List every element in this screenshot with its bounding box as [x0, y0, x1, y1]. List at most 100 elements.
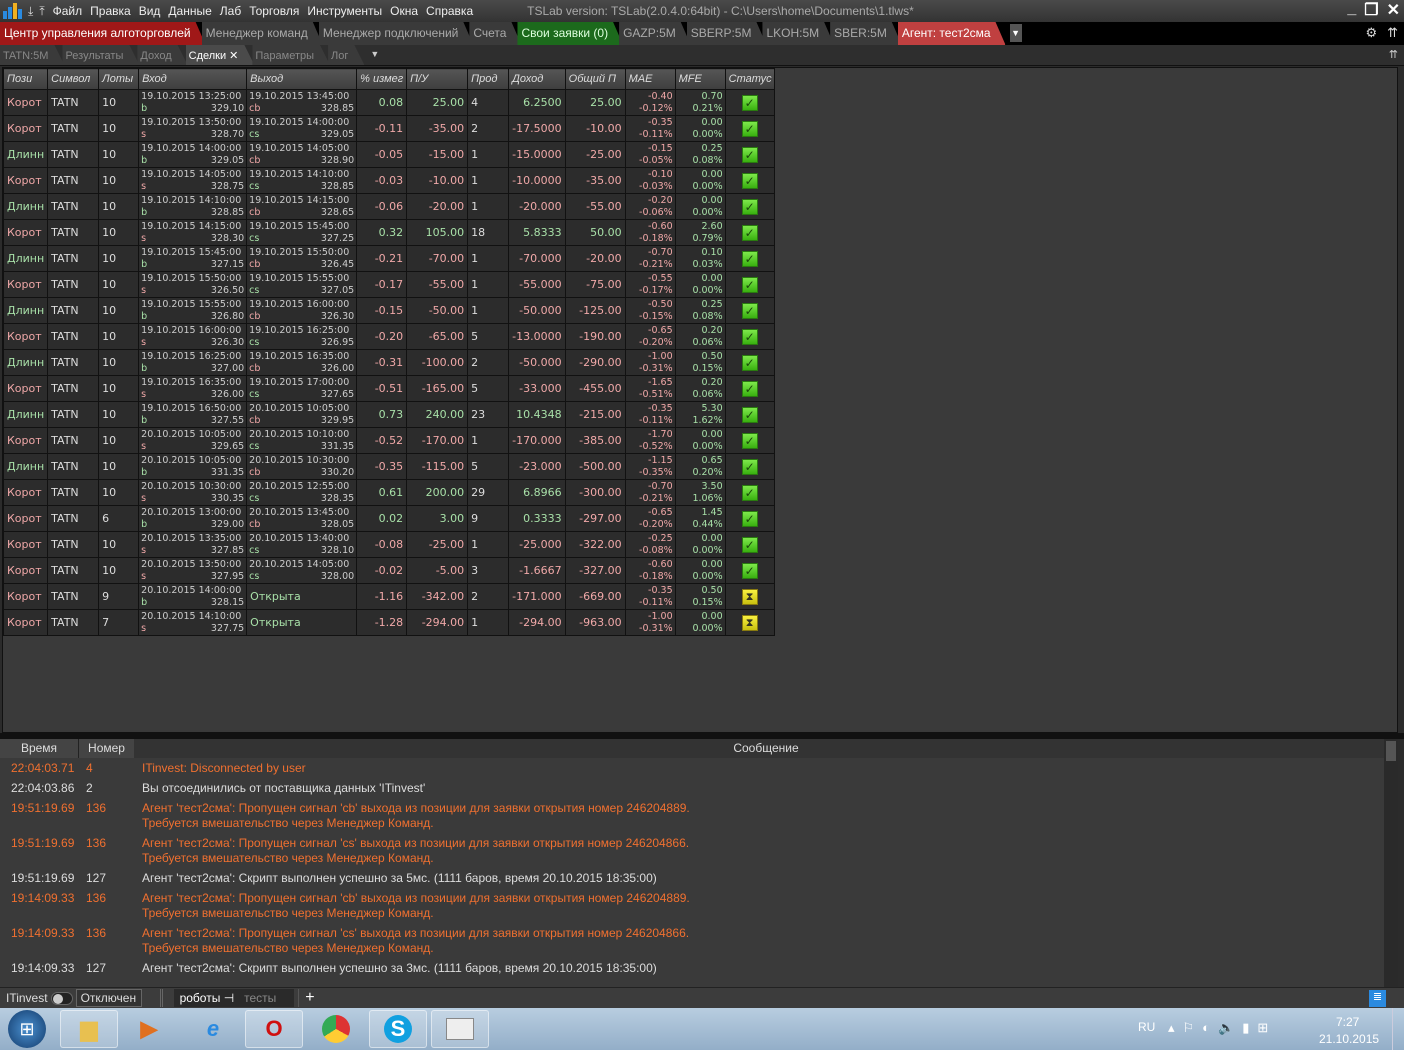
column-header[interactable]: Прод [467, 68, 510, 90]
upload-icon[interactable]: ⤒ [39, 4, 44, 19]
document-tab[interactable]: SBERP:5M [687, 22, 767, 45]
column-header[interactable]: Статус [724, 68, 775, 90]
gear-icon[interactable]: ⚙ [1365, 25, 1377, 41]
column-header[interactable]: Пози [2, 68, 49, 90]
log-row[interactable]: 19:14:09.33 127 Агент 'тест2сма': Скрипт в… [0, 958, 1398, 978]
subtabs-dropdown-icon[interactable]: ▼ [370, 49, 379, 65]
table-row[interactable]: Корот TATN 9 20.10.2015 14:00:00 b 328.15 Откр… [2, 583, 775, 610]
show-desktop-button[interactable] [1392, 1008, 1404, 1050]
sub-tab[interactable]: Лог [328, 45, 364, 65]
tab-robots[interactable]: роботы ⊣ [173, 989, 241, 1007]
log-header-time[interactable]: Время [0, 739, 78, 758]
table-row[interactable]: Корот TATN 10 19.10.2015 14:05:00 s 328.75 19.… [2, 167, 775, 194]
language-indicator[interactable]: RU [1138, 1020, 1155, 1034]
document-tab[interactable]: Центр управления алготорговлей [0, 22, 206, 45]
log-row[interactable]: 19:51:19.69 136 Агент 'тест2сма': Пропущен… [0, 833, 1398, 868]
menu-item[interactable]: Торговля [245, 4, 303, 18]
sub-tab[interactable]: Параметры [252, 45, 330, 65]
menu-item[interactable]: Данные [164, 4, 215, 18]
menu-item[interactable]: Окна [386, 4, 422, 18]
internet-explorer-taskbar-icon[interactable]: e [184, 1010, 242, 1048]
table-row[interactable]: Корот TATN 10 19.10.2015 15:50:00 s 326.50 19.… [2, 271, 775, 298]
chrome-taskbar-icon[interactable] [307, 1010, 365, 1048]
close-button[interactable]: ✕ [1387, 0, 1400, 20]
table-row[interactable]: Корот TATN 10 19.10.2015 13:50:00 s 328.70 19.… [2, 115, 775, 142]
log-row[interactable]: 19:51:19.69 127 Агент 'тест2сма': Скрипт в… [0, 868, 1398, 888]
column-header[interactable]: % измег [356, 68, 408, 90]
clock-date[interactable]: 21.10.2015 [1319, 1032, 1379, 1046]
table-row[interactable]: Длинн TATN 10 19.10.2015 16:25:00 b 327.00 19.… [2, 349, 775, 376]
clock-time[interactable]: 7:27 [1336, 1015, 1359, 1029]
sub-tab[interactable]: Доход [137, 45, 187, 65]
tab-tests[interactable]: тесты [240, 989, 295, 1007]
menu-item[interactable]: Лаб [216, 4, 245, 18]
table-row[interactable]: Длинн TATN 10 20.10.2015 10:05:00 b 331.35 20.… [2, 453, 775, 480]
menu-item[interactable]: Справка [422, 4, 477, 18]
log-header-number[interactable]: Номер [78, 739, 134, 758]
document-tab[interactable]: Агент: тест2сма [898, 22, 1006, 45]
table-row[interactable]: Корот TATN 10 19.10.2015 14:15:00 s 328.30 19.… [2, 219, 775, 246]
pin-icon[interactable]: ⇈ [1389, 48, 1398, 61]
column-header[interactable]: П/У [406, 68, 469, 90]
media-player-taskbar-icon[interactable]: ▶ [120, 1010, 178, 1048]
document-tab[interactable]: Счета [469, 22, 521, 45]
skype-taskbar-icon[interactable]: S [369, 1010, 427, 1048]
start-button[interactable]: ⊞ [8, 1010, 46, 1048]
table-row[interactable]: Длинн TATN 10 19.10.2015 16:50:00 b 327.55 20.… [2, 401, 775, 428]
table-row[interactable]: Корот TATN 10 20.10.2015 13:50:00 s 327.95 20.… [2, 557, 775, 584]
table-row[interactable]: Длинн TATN 10 19.10.2015 14:10:00 b 328.85 19.… [2, 193, 775, 220]
column-header[interactable]: Вход [138, 68, 248, 90]
table-row[interactable]: Длинн TATN 10 19.10.2015 15:55:00 b 326.80 19.… [2, 297, 775, 324]
pin-icon[interactable]: ⇈ [1387, 25, 1398, 41]
sub-tab[interactable]: Результаты [62, 45, 139, 65]
menu-item[interactable]: Инструменты [303, 4, 386, 18]
column-header[interactable]: MFE [674, 68, 726, 90]
log-scrollbar[interactable] [1384, 739, 1398, 987]
column-header[interactable]: MAE [624, 68, 676, 90]
log-row[interactable]: 22:04:03.71 4 ITinvest: Disconnected by us… [0, 758, 1398, 778]
column-header[interactable]: Доход [508, 68, 566, 90]
document-tab[interactable]: Свои заявки (0) [517, 22, 623, 45]
table-row[interactable]: Корот TATN 10 20.10.2015 10:30:00 s 330.35 20.… [2, 479, 775, 506]
connection-toggle[interactable] [50, 991, 73, 1005]
log-row[interactable]: 19:14:09.33 136 Агент 'тест2сма': Пропущен… [0, 923, 1398, 958]
table-row[interactable]: Корот TATN 10 19.10.2015 16:00:00 s 326.30 19.… [2, 323, 775, 350]
minimize-button[interactable]: _ [1347, 0, 1356, 20]
table-row[interactable]: Корот TATN 10 20.10.2015 10:05:00 s 329.65 20.… [2, 427, 775, 454]
maximize-button[interactable]: ❐ [1364, 0, 1378, 20]
sub-tab[interactable]: TATN:5M [0, 45, 64, 65]
document-tab[interactable]: LKOH:5M [762, 22, 834, 45]
add-tab-button[interactable]: + [298, 989, 320, 1007]
tslab-taskbar-icon[interactable] [431, 1010, 489, 1048]
document-tab[interactable]: SBER:5M [830, 22, 902, 45]
table-row[interactable]: Корот TATN 10 20.10.2015 13:35:00 s 327.85 20.… [2, 531, 775, 558]
table-row[interactable]: Корот TATN 6 20.10.2015 13:00:00 b 329.00 20.1… [2, 505, 775, 532]
table-row[interactable]: Корот TATN 10 19.10.2015 13:25:00 b 329.10 19.… [2, 89, 775, 116]
notes-icon[interactable]: ≣ [1369, 990, 1386, 1007]
tray-icons[interactable]: ▴⚐◐🔈▮⊞ [1168, 1020, 1276, 1036]
column-header[interactable]: Символ [47, 68, 100, 90]
menu-item[interactable]: Файл [49, 4, 87, 18]
document-tab[interactable]: GAZP:5M [619, 22, 691, 45]
table-row[interactable]: Длинн TATN 10 19.10.2015 14:00:00 b 329.05 19.… [2, 141, 775, 168]
download-icon[interactable]: ⤓ [28, 4, 33, 19]
menu-item[interactable]: Правка [86, 4, 135, 18]
document-tab[interactable]: Менеджер команд [202, 22, 323, 45]
table-row[interactable]: Корот TATN 7 20.10.2015 14:10:00 s 327.75 Откр… [2, 609, 775, 636]
tabs-dropdown-button[interactable]: ▼ [1009, 24, 1022, 42]
menu-item[interactable]: Вид [135, 4, 165, 18]
column-header[interactable]: Лоты [98, 68, 140, 90]
log-header-message[interactable]: Сообщение [134, 739, 1398, 758]
column-header[interactable]: Общий П [564, 68, 626, 90]
log-row[interactable]: 22:04:03.86 2 Вы отсоединились от поставщи… [0, 778, 1398, 798]
document-tab[interactable]: Менеджер подключений [319, 22, 474, 45]
sub-tab[interactable]: Сделки ✕ [186, 45, 255, 65]
log-row[interactable]: 19:51:19.69 136 Агент 'тест2сма': Пропущен… [0, 798, 1398, 833]
explorer-taskbar-icon[interactable]: ▆ [60, 1010, 118, 1048]
table-row[interactable]: Длинн TATN 10 19.10.2015 15:45:00 b 327.15 19.… [2, 245, 775, 272]
log-row[interactable]: 19:14:09.33 136 Агент 'тест2сма': Пропущен… [0, 888, 1398, 923]
column-header[interactable]: Выход [246, 68, 358, 90]
pin-icon[interactable]: ⊣ [224, 991, 234, 1005]
opera-taskbar-icon[interactable]: O [245, 1010, 303, 1048]
table-row[interactable]: Корот TATN 10 19.10.2015 16:35:00 s 326.00 19.… [2, 375, 775, 402]
